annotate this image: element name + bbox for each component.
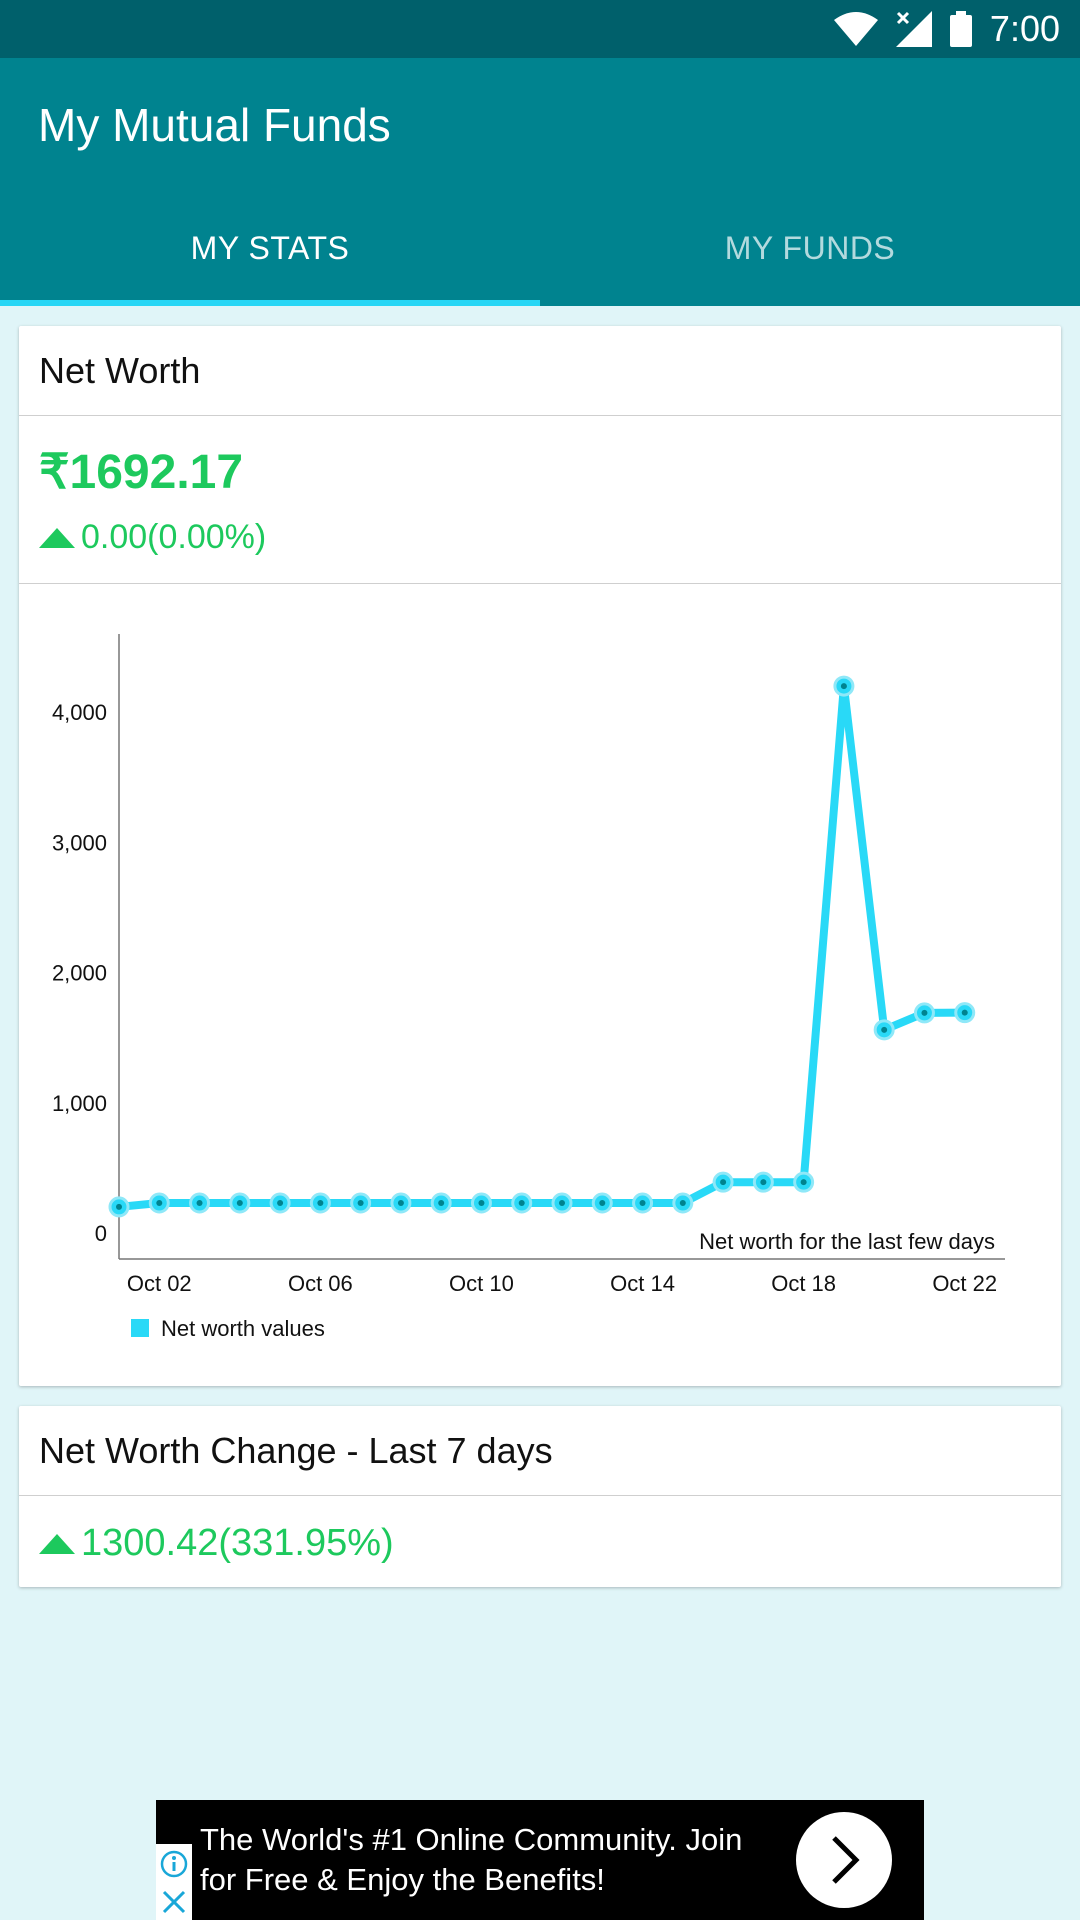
legend-swatch xyxy=(131,1319,149,1337)
x-tick-label: Oct 14 xyxy=(610,1271,675,1296)
change-7d-value: 1300.42(331.95%) xyxy=(81,1522,394,1564)
up-arrow-icon xyxy=(39,527,75,548)
data-point-center xyxy=(478,1200,485,1207)
data-point-center xyxy=(518,1200,525,1207)
data-point-center xyxy=(679,1200,686,1207)
tab-bar: MY STATS MY FUNDS xyxy=(0,190,1080,306)
chevron-right-icon xyxy=(832,1836,860,1884)
data-point-center xyxy=(559,1200,565,1207)
status-bar: 7:00 xyxy=(0,0,1080,58)
info-icon[interactable] xyxy=(159,1849,189,1879)
x-tick-label: Oct 18 xyxy=(771,1271,836,1296)
net-worth-title: Net Worth xyxy=(19,326,1061,416)
ad-arrow-button[interactable] xyxy=(796,1812,892,1908)
y-tick-label: 3,000 xyxy=(52,830,107,855)
data-point-center xyxy=(921,1009,928,1016)
data-point-center xyxy=(760,1179,767,1186)
chart-description: Net worth for the last few days xyxy=(699,1229,995,1254)
data-point-center xyxy=(438,1200,445,1207)
net-worth-change-title: Net Worth Change - Last 7 days xyxy=(19,1406,1061,1496)
signal-icon xyxy=(895,11,932,47)
ad-line-2: for Free & Enjoy the Benefits! xyxy=(200,1862,605,1897)
net-worth-value: ₹1692.17 xyxy=(39,446,244,499)
net-worth-summary: ₹1692.17 0.00(0.00%) xyxy=(19,416,1061,584)
y-tick-label: 0 xyxy=(95,1221,107,1246)
app-bar: My Mutual Funds MY STATS MY FUNDS xyxy=(0,58,1080,306)
net-worth-change-card: Net Worth Change - Last 7 days 1300.42(3… xyxy=(19,1406,1061,1587)
data-point-center xyxy=(800,1179,807,1186)
x-tick-label: Oct 02 xyxy=(127,1271,192,1296)
data-point-center xyxy=(840,683,847,690)
net-worth-chart[interactable]: 0 1,000 2,000 3,000 4,000 Oct 02 Oct 06 Oct 10… xyxy=(19,584,1061,1384)
data-point-center xyxy=(156,1200,163,1207)
up-arrow-icon xyxy=(39,1533,75,1554)
ad-banner[interactable]: The World's #1 Online Community. Join fo… xyxy=(156,1800,924,1920)
y-tick-label: 2,000 xyxy=(52,961,107,986)
net-worth-line-chart[interactable]: 0 1,000 2,000 3,000 4,000 Oct 02 Oct 06 Oct 10… xyxy=(19,584,1061,1384)
net-worth-change-value: 0.00(0.00%) xyxy=(81,518,267,556)
data-point-center xyxy=(881,1026,888,1033)
data-point-center xyxy=(639,1200,646,1207)
ad-line-1: The World's #1 Online Community. Join xyxy=(200,1822,743,1857)
x-tick-label: Oct 10 xyxy=(449,1271,514,1296)
ad-text[interactable]: The World's #1 Online Community. Join fo… xyxy=(200,1820,760,1900)
net-worth-series-line xyxy=(118,682,965,1211)
x-tick-label: Oct 06 xyxy=(288,1271,353,1296)
tab-my-funds[interactable]: MY FUNDS xyxy=(540,190,1080,306)
app-title: My Mutual Funds xyxy=(38,99,391,151)
net-worth-card: Net Worth ₹1692.17 0.00(0.00%) 0 1,000 2,0… xyxy=(19,326,1061,1386)
net-worth-change-7d: 1300.42(331.95%) xyxy=(19,1496,1061,1586)
data-point-center xyxy=(116,1203,122,1210)
data-point-center xyxy=(961,1009,968,1016)
legend-label: Net worth values xyxy=(161,1316,325,1341)
ad-info[interactable] xyxy=(156,1844,192,1920)
change-7d-row: 1300.42(331.95%) xyxy=(39,1522,394,1565)
data-point-center xyxy=(720,1179,727,1186)
battery-icon xyxy=(949,11,972,47)
data-point-center xyxy=(196,1200,203,1207)
data-point-center xyxy=(599,1200,606,1207)
x-tick-label: Oct 22 xyxy=(932,1271,997,1296)
data-point-center xyxy=(397,1200,404,1207)
data-point-center xyxy=(357,1200,364,1207)
close-icon[interactable] xyxy=(160,1888,188,1916)
y-tick-label: 1,000 xyxy=(52,1091,107,1116)
data-point-center xyxy=(236,1200,243,1207)
wifi-icon xyxy=(833,12,878,46)
data-point-center xyxy=(317,1200,324,1207)
tab-my-stats[interactable]: MY STATS xyxy=(0,190,540,306)
data-point-center xyxy=(277,1200,284,1207)
y-tick-label: 4,000 xyxy=(52,700,107,725)
status-time: 7:00 xyxy=(989,8,1060,49)
net-worth-change: 0.00(0.00%) xyxy=(39,518,266,557)
